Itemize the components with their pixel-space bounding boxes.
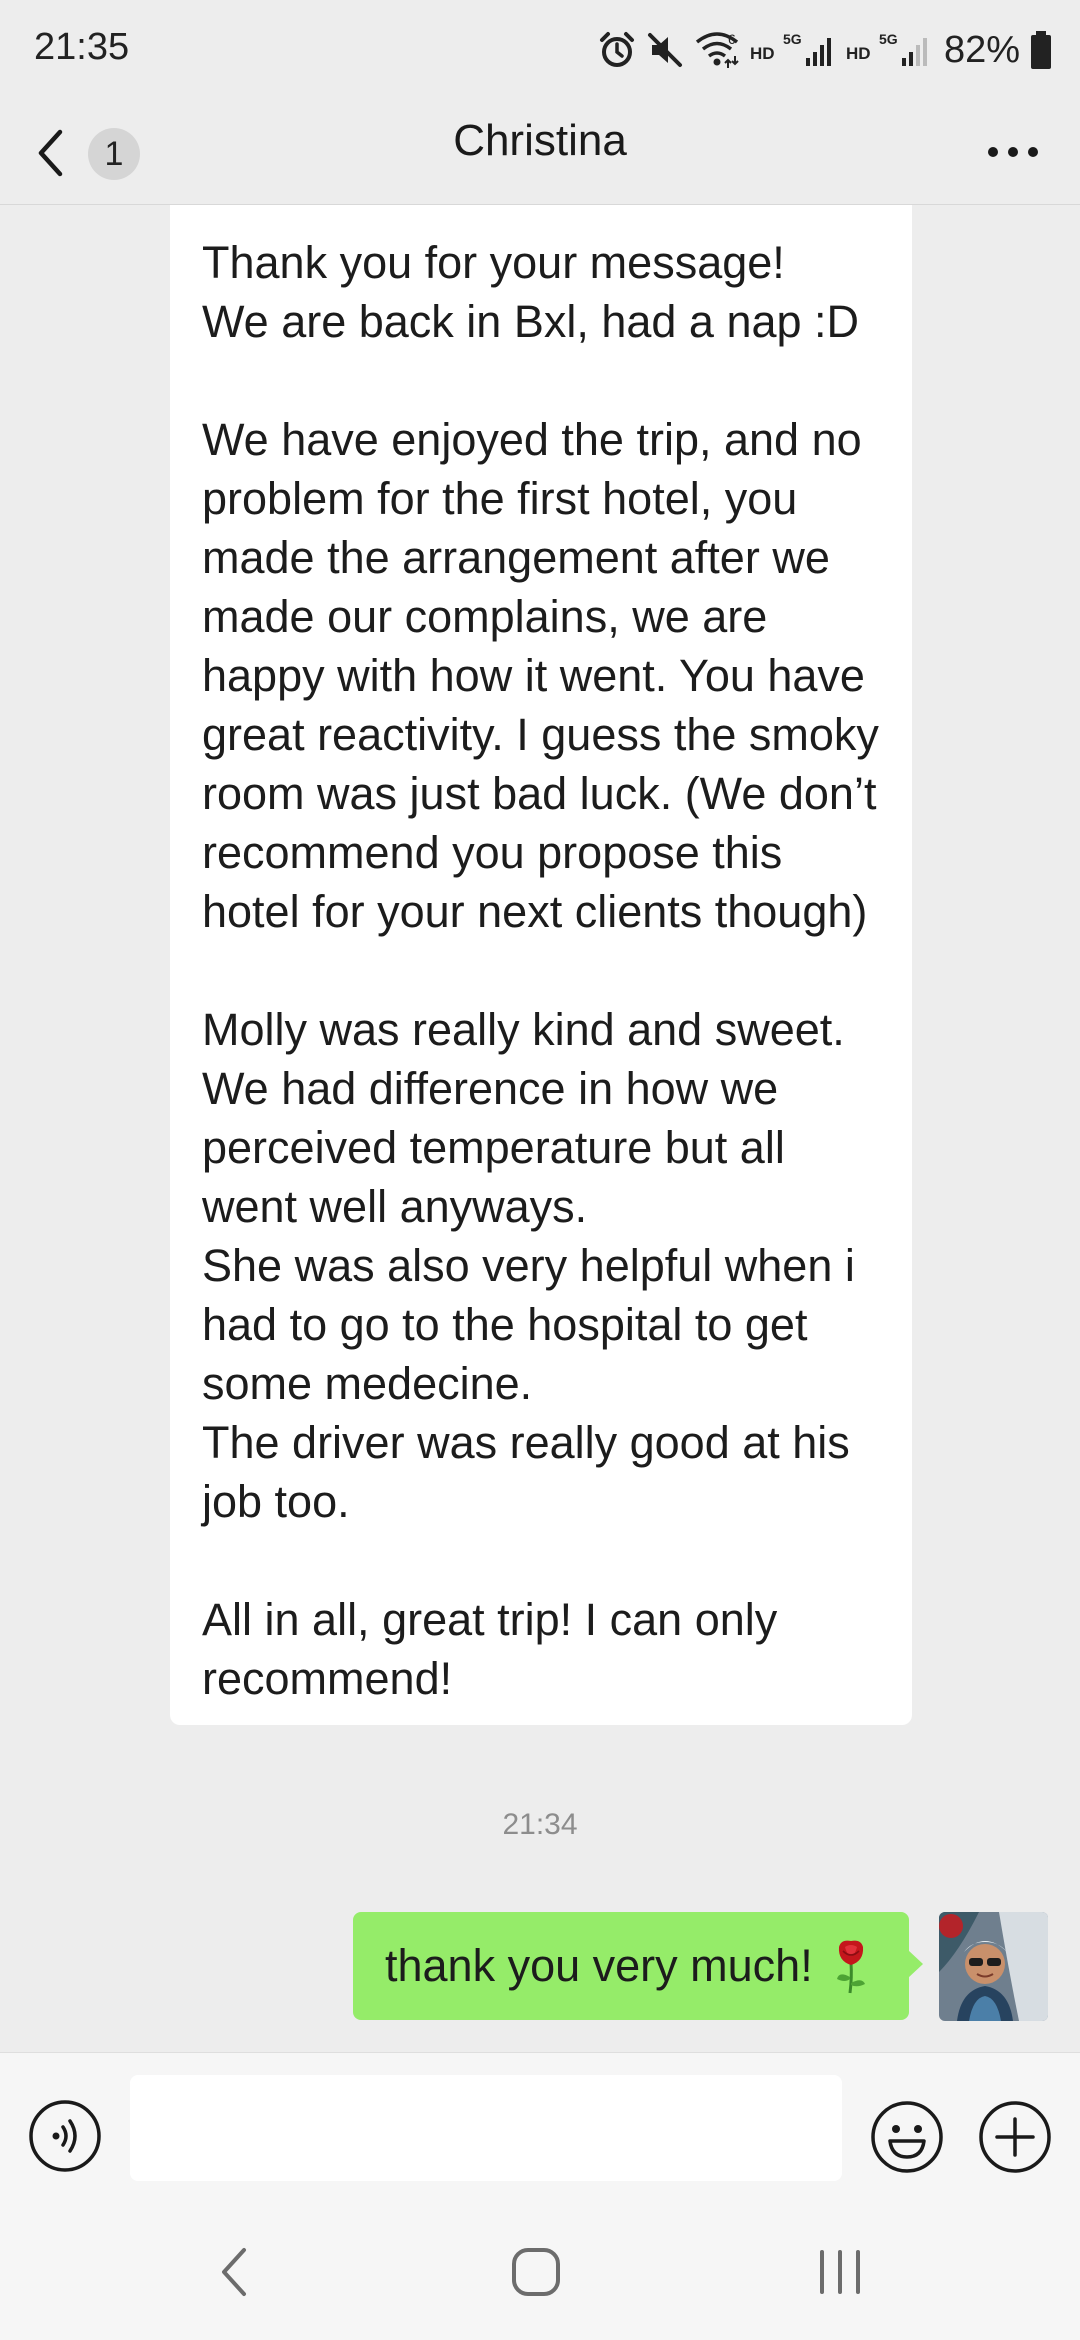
status-icons: 6 HD 5G HD 5G 82% (598, 24, 1052, 76)
svg-text:5G: 5G (879, 31, 898, 47)
hd-5g-signal-icon: HD 5G (846, 31, 927, 66)
voice-button[interactable] (28, 2099, 102, 2173)
message-timestamp: 21:34 (502, 1808, 578, 1841)
avatar-photo (939, 1912, 1048, 2021)
status-time: 21:35 (34, 26, 130, 68)
plus-button[interactable] (977, 2099, 1053, 2175)
hd-5g-signal-icon: HD 5G (750, 31, 831, 66)
emoji-button[interactable] (869, 2099, 945, 2175)
nav-home-icon (512, 2248, 560, 2296)
svg-text:HD: HD (750, 44, 775, 63)
outgoing-message-bubble[interactable]: thank you very much! (353, 1912, 923, 2020)
voice-icon (29, 2100, 101, 2172)
incoming-message-bubble[interactable]: Thank you for your message! We are back … (170, 205, 912, 1725)
battery-percent: 82% (943, 28, 1020, 71)
svg-text:HD: HD (846, 44, 871, 63)
outgoing-message-text: thank you very much! (385, 1940, 813, 1991)
incoming-message-text: Thank you for your message! We are back … (202, 237, 879, 1704)
plus-icon (979, 2101, 1051, 2173)
battery-icon (1031, 31, 1051, 69)
rose-icon (836, 1940, 865, 1994)
emoji-icon (871, 2101, 943, 2173)
nav-recent-icon (820, 2250, 860, 2294)
svg-text:5G: 5G (783, 31, 802, 47)
wifi-icon: 6 (695, 31, 739, 68)
status-bar: 21:35 6 HD 5G HD 5G 82% (0, 0, 1080, 100)
more-dots-icon (988, 147, 1038, 157)
my-avatar[interactable] (939, 1912, 1048, 2021)
system-nav-bar (0, 2200, 1080, 2340)
chat-title: Christina (453, 116, 627, 165)
nav-recent-apps-button[interactable] (812, 2244, 868, 2300)
message-input-bar (0, 2052, 1080, 2201)
message-input[interactable] (130, 2075, 842, 2181)
chat-header: 1 Christina (0, 100, 1080, 205)
message-list[interactable]: Thank you for your message! We are back … (0, 205, 1080, 2052)
alarm-icon (599, 32, 634, 67)
mute-icon (647, 33, 682, 67)
svg-text:6: 6 (728, 31, 736, 47)
nav-back-icon (222, 2248, 246, 2296)
nav-home-button[interactable] (508, 2244, 564, 2300)
nav-back-button[interactable] (210, 2244, 260, 2300)
more-options-button[interactable] (978, 122, 1048, 182)
